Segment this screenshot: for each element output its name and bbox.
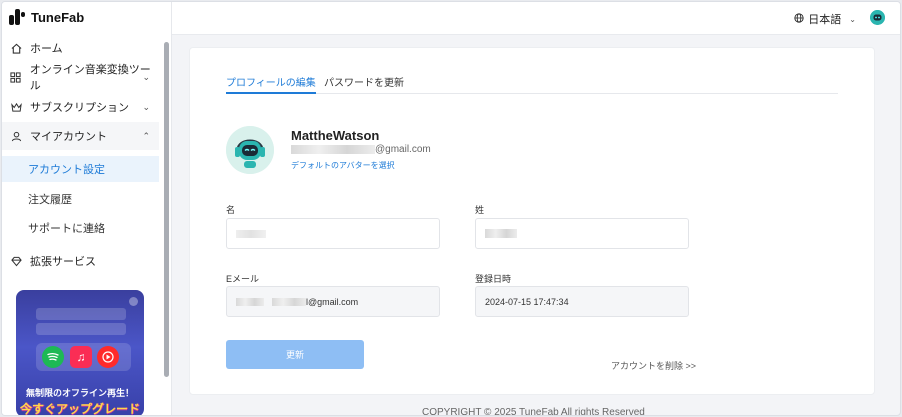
- close-icon[interactable]: [129, 297, 138, 306]
- chevron-down-icon: ⌄: [142, 71, 150, 82]
- user-icon: [10, 130, 22, 142]
- promo-decoration: [36, 308, 126, 320]
- delete-account-link[interactable]: アカウントを削除 >>: [611, 359, 696, 372]
- registered-date-label: 登録日時: [475, 274, 512, 284]
- crown-icon: [10, 101, 22, 113]
- sidebar-subitem-label: アカウント設定: [28, 164, 105, 176]
- apple-music-icon: ♫: [70, 346, 92, 368]
- first-name-field[interactable]: [226, 218, 440, 249]
- sidebar: TuneFab ホーム オンライン音楽変換ツール ⌄ サブスクリプション ⌄ マ…: [2, 2, 172, 415]
- email-field: l@gmail.com: [226, 286, 440, 317]
- choose-default-avatar-link[interactable]: デフォルトのアバターを選択: [291, 160, 395, 171]
- sidebar-scrollbar[interactable]: [164, 42, 169, 377]
- promo-decoration: [36, 323, 126, 335]
- redacted-value: [236, 297, 264, 306]
- profile-username: MattheWatson: [291, 128, 380, 143]
- globe-icon: [794, 12, 804, 26]
- brand-logo[interactable]: TuneFab: [9, 7, 84, 27]
- redacted-value: [236, 229, 266, 238]
- footer-copyright: COPYRIGHT © 2025 TuneFab All rights Rese…: [422, 407, 645, 416]
- sidebar-item-label: サブスクリプション: [30, 102, 129, 114]
- chevron-down-icon: ⌄: [142, 101, 150, 112]
- email-domain: @gmail.com: [375, 144, 431, 155]
- last-name-label: 姓: [475, 205, 485, 215]
- promo-upgrade-cta[interactable]: 今すぐアップグレード: [16, 400, 144, 415]
- sidebar-item-label: 拡張サービス: [30, 256, 96, 268]
- app-window: TuneFab ホーム オンライン音楽変換ツール ⌄ サブスクリプション ⌄ マ…: [1, 1, 901, 416]
- registered-date-field: 2024-07-15 17:47:34: [475, 286, 689, 317]
- tunefab-logo-icon: [9, 9, 25, 25]
- language-label: 日本語: [808, 14, 842, 26]
- chevron-up-icon: ⌃: [142, 130, 150, 141]
- upgrade-promo-banner[interactable]: ♫ 無制限のオフライン再生！ 今すぐアップグレード: [16, 290, 144, 415]
- user-avatar[interactable]: [870, 10, 885, 25]
- first-name-label: 名: [226, 205, 236, 215]
- profile-avatar[interactable]: [226, 126, 274, 174]
- diamond-icon: [10, 255, 22, 267]
- sidebar-subitem-label: 注文履歴: [28, 194, 72, 206]
- redacted-value: [272, 297, 306, 306]
- last-name-field[interactable]: [475, 218, 689, 249]
- settings-tabs: プロフィールの編集 パスワードを更新: [226, 74, 838, 94]
- email-value: l@gmail.com: [306, 296, 359, 307]
- tab-update-password[interactable]: パスワードを更新: [324, 74, 404, 94]
- redacted-email: [291, 145, 375, 154]
- profile-email: @gmail.com: [291, 144, 431, 155]
- sidebar-item-my-account[interactable]: マイアカウント ⌃: [2, 122, 159, 150]
- grid-icon: [10, 71, 22, 83]
- sidebar-item-label: ホーム: [30, 43, 63, 55]
- sidebar-item-extensions[interactable]: 拡張サービス: [2, 247, 159, 275]
- youtube-music-icon: [97, 346, 119, 368]
- tab-edit-profile[interactable]: プロフィールの編集: [226, 74, 316, 94]
- update-button[interactable]: 更新: [226, 340, 364, 369]
- sidebar-item-label: オンライン音楽変換ツール: [29, 64, 151, 92]
- spotify-icon: [42, 346, 64, 368]
- sidebar-subitem-contact-support[interactable]: サポートに連絡: [2, 215, 159, 241]
- promo-headline: 無制限のオフライン再生！: [25, 388, 134, 398]
- account-settings-card: プロフィールの編集 パスワードを更新 MattheWatson @gmail.c…: [189, 47, 875, 395]
- sidebar-item-subscription[interactable]: サブスクリプション ⌄: [2, 93, 159, 121]
- sidebar-item-home[interactable]: ホーム: [2, 34, 159, 62]
- sidebar-item-online-converter[interactable]: オンライン音楽変換ツール ⌄: [2, 63, 159, 92]
- sidebar-item-label: マイアカウント: [30, 131, 107, 143]
- sidebar-subitem-label: サポートに連絡: [28, 223, 105, 235]
- top-bar: 日本語 ⌄: [172, 2, 900, 35]
- sidebar-subitem-account-settings[interactable]: アカウント設定: [2, 156, 159, 182]
- language-selector[interactable]: 日本語 ⌄: [794, 11, 856, 27]
- home-icon: [10, 42, 22, 54]
- sidebar-subitem-order-history[interactable]: 注文履歴: [2, 186, 159, 212]
- redacted-value: [485, 229, 517, 238]
- email-label: Eメール: [226, 274, 260, 284]
- brand-name: TuneFab: [31, 9, 85, 25]
- chevron-down-icon: ⌄: [849, 14, 856, 24]
